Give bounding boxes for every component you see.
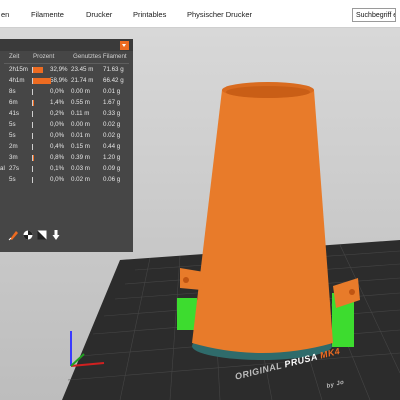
legend-row-percent: 0,8% — [50, 154, 65, 161]
legend-row-percent: 58,9% — [50, 77, 68, 84]
legend-row: 5s 0,0% 0.01 m 0.02 g — [0, 132, 133, 142]
header-divider — [4, 63, 129, 64]
legend-row-percent: 0,0% — [50, 88, 65, 95]
legend-row-label: al — [0, 165, 5, 172]
color-change-icon[interactable] — [36, 229, 48, 241]
legend-row: 6m 1,4% 0.55 m 1.67 g — [0, 99, 133, 109]
legend-row: 4h1m 58,9% 21.74 m 66.42 g — [0, 77, 133, 87]
legend-row-bar — [33, 155, 34, 161]
legend-row-percent: 0,2% — [50, 110, 65, 117]
legend-row-time: 41s — [9, 110, 19, 117]
legend-row-percent: 0,0% — [50, 132, 65, 139]
legend-row-weight: 0.33 g — [103, 110, 121, 117]
col-filament: Genutztes Filament — [73, 53, 127, 60]
legend-row-time: 8s — [9, 88, 16, 95]
legend-row-percent: 32,9% — [50, 66, 68, 73]
legend-row-weight: 1.20 g — [103, 154, 121, 161]
legend-row-percent: 0,0% — [50, 121, 65, 128]
tab-drucker[interactable]: Drucker — [86, 0, 112, 28]
legend-row-length: 0.00 m — [71, 88, 90, 95]
legend-row-time: 2h15m — [9, 66, 28, 73]
legend-row-bar-track — [32, 133, 33, 139]
legend-row-bar — [33, 100, 34, 106]
legend-row-length: 0.03 m — [71, 165, 90, 172]
panel-header — [0, 39, 133, 51]
legend-row-length: 21.74 m — [71, 77, 94, 84]
legend-row-time: 4h1m — [9, 77, 25, 84]
legend-row-length: 0.39 m — [71, 154, 90, 161]
tab-vorbereiten[interactable]: en — [1, 0, 9, 28]
legend-row-bar-track — [32, 166, 33, 172]
top-tab-bar: en Filamente Drucker Printables Physisch… — [0, 0, 400, 28]
legend-column-headers: Zeit Prozent Genutztes Filament — [0, 53, 133, 63]
legend-row: 5s 0,0% 0.00 m 0.02 g — [0, 121, 133, 131]
view-type-dropdown[interactable] — [120, 41, 129, 50]
legend-row-weight: 0.01 g — [103, 88, 121, 95]
legend-row-length: 23.45 m — [71, 66, 94, 73]
legend-row-time: 27s — [9, 165, 19, 172]
legend-row-length: 0.55 m — [71, 99, 90, 106]
legend-row-length: 0.15 m — [71, 143, 90, 150]
legend-row-weight: 0.09 g — [103, 165, 121, 172]
legend-row-bar-track — [32, 122, 33, 128]
model-cone — [192, 90, 333, 353]
legend-row-bar-track — [32, 177, 33, 183]
legend-row-time: 5s — [9, 176, 16, 183]
legend-row-time: 5s — [9, 132, 16, 139]
legend-row: al 27s 0,1% 0.03 m 0.09 g — [0, 165, 133, 175]
legend-row-bar — [33, 67, 43, 73]
legend-row-weight: 71.63 g — [103, 66, 124, 73]
legend-row-weight: 0.06 g — [103, 176, 121, 183]
tab-physischer-drucker[interactable]: Physischer Drucker — [187, 0, 252, 28]
col-prozent: Prozent — [33, 53, 55, 60]
seam-icon[interactable] — [22, 229, 34, 241]
legend-row-bar-track — [32, 89, 33, 95]
paint-icon[interactable] — [8, 229, 20, 241]
download-icon[interactable] — [50, 229, 62, 241]
tab-filamente[interactable]: Filamente — [31, 0, 64, 28]
legend-row: 8s 0,0% 0.00 m 0.01 g — [0, 88, 133, 98]
legend-row: 5s 0,0% 0.02 m 0.06 g — [0, 176, 133, 186]
legend-row: 2m 0,4% 0.15 m 0.44 g — [0, 143, 133, 153]
legend-row-weight: 1.67 g — [103, 99, 121, 106]
legend-row-percent: 0,4% — [50, 143, 65, 150]
legend-row-percent: 0,1% — [50, 165, 65, 172]
legend-row-bar — [33, 78, 51, 84]
tab-printables[interactable]: Printables — [133, 0, 166, 28]
legend-row-time: 3m — [9, 154, 18, 161]
slice-preview-legend-panel: Zeit Prozent Genutztes Filament 2h15m 32,… — [0, 39, 133, 252]
legend-row-bar-track — [32, 111, 33, 117]
legend-row-time: 2m — [9, 143, 18, 150]
legend-row: 2h15m 32,9% 23.45 m 71.63 g — [0, 66, 133, 76]
legend-toolbar — [8, 229, 118, 243]
legend-row-weight: 0.02 g — [103, 121, 121, 128]
legend-row-percent: 1,4% — [50, 99, 65, 106]
legend-row-percent: 0,0% — [50, 176, 65, 183]
legend-row-bar-track — [32, 144, 33, 150]
legend-row-time: 6m — [9, 99, 18, 106]
legend-row-weight: 66.42 g — [103, 77, 124, 84]
support-left — [177, 298, 197, 330]
legend-row-length: 0.01 m — [71, 132, 90, 139]
legend-row: 3m 0,8% 0.39 m 1.20 g — [0, 154, 133, 164]
legend-row-length: 0.11 m — [71, 110, 90, 117]
search-input[interactable]: Suchbegriff e — [352, 8, 396, 22]
legend-row-weight: 0.02 g — [103, 132, 121, 139]
legend-row-length: 0.02 m — [71, 176, 90, 183]
legend-row-time: 5s — [9, 121, 16, 128]
col-zeit: Zeit — [9, 53, 20, 60]
legend-row: 41s 0,2% 0.11 m 0.33 g — [0, 110, 133, 120]
legend-row-weight: 0.44 g — [103, 143, 121, 150]
legend-row-length: 0.00 m — [71, 121, 90, 128]
